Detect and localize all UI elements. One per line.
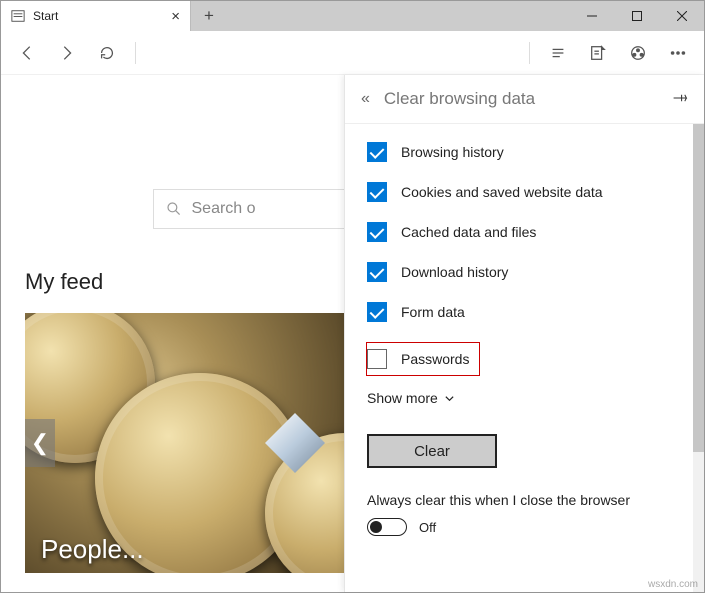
feed-caption: People... (41, 534, 144, 565)
scrollbar-thumb[interactable] (693, 124, 704, 452)
checkbox[interactable] (367, 349, 387, 369)
tab-favicon-icon (11, 9, 25, 23)
panel-title: Clear browsing data (384, 89, 658, 109)
tab-title: Start (33, 9, 163, 23)
browser-toolbar (1, 31, 704, 75)
browser-tab[interactable]: Start × (1, 1, 191, 31)
checkbox-label: Browsing history (401, 144, 504, 160)
pin-icon[interactable] (672, 91, 688, 108)
checkbox[interactable] (367, 262, 387, 282)
toolbar-separator (135, 42, 136, 64)
always-clear-label: Always clear this when I close the brows… (367, 492, 682, 508)
panel-body: Browsing history Cookies and saved websi… (345, 124, 704, 592)
clear-button-label: Clear (414, 443, 450, 460)
nav-forward-button[interactable] (49, 35, 85, 71)
checkbox-row-browsing-history[interactable]: Browsing history (367, 142, 682, 162)
checkbox-row-cookies[interactable]: Cookies and saved website data (367, 182, 682, 202)
checkbox[interactable] (367, 142, 387, 162)
panel-back-icon[interactable]: « (361, 90, 370, 108)
checkbox[interactable] (367, 182, 387, 202)
checkbox-row-passwords[interactable]: Passwords (366, 342, 480, 376)
checkbox-label: Passwords (401, 351, 469, 367)
show-more-label: Show more (367, 390, 438, 406)
checkbox-row-cached[interactable]: Cached data and files (367, 222, 682, 242)
toggle-state-label: Off (419, 520, 436, 535)
more-menu-button[interactable] (660, 35, 696, 71)
window-minimize-button[interactable] (569, 1, 614, 31)
tab-close-icon[interactable]: × (171, 8, 180, 25)
search-placeholder: Search o (192, 200, 256, 218)
nav-back-button[interactable] (9, 35, 45, 71)
checkbox-label: Form data (401, 304, 465, 320)
clear-browsing-data-panel: « Clear browsing data Browsing history C… (344, 75, 704, 592)
toolbar-separator (529, 42, 530, 64)
share-icon[interactable] (620, 35, 656, 71)
checkbox-label: Cached data and files (401, 224, 536, 240)
feed-card[interactable]: ❮ People... (25, 313, 345, 573)
checkbox-label: Cookies and saved website data (401, 184, 603, 200)
watermark: wsxdn.com (648, 579, 698, 590)
notes-icon[interactable] (580, 35, 616, 71)
checkbox[interactable] (367, 302, 387, 322)
nav-refresh-button[interactable] (89, 35, 125, 71)
feed-prev-button[interactable]: ❮ (25, 419, 55, 467)
show-more-button[interactable]: Show more (367, 390, 682, 406)
panel-header: « Clear browsing data (345, 75, 704, 124)
checkbox[interactable] (367, 222, 387, 242)
checkbox-row-download-history[interactable]: Download history (367, 262, 682, 282)
new-tab-button[interactable]: + (191, 1, 227, 31)
chevron-down-icon (444, 393, 455, 404)
title-bar: Start × + (1, 1, 704, 31)
always-clear-toggle[interactable] (367, 518, 407, 536)
clear-button[interactable]: Clear (367, 434, 497, 468)
search-icon (166, 201, 182, 217)
reading-view-icon[interactable] (540, 35, 576, 71)
checkbox-row-form-data[interactable]: Form data (367, 302, 682, 322)
checkbox-label: Download history (401, 264, 508, 280)
window-close-button[interactable] (659, 1, 704, 31)
window-maximize-button[interactable] (614, 1, 659, 31)
always-clear-toggle-row: Off (367, 518, 682, 536)
